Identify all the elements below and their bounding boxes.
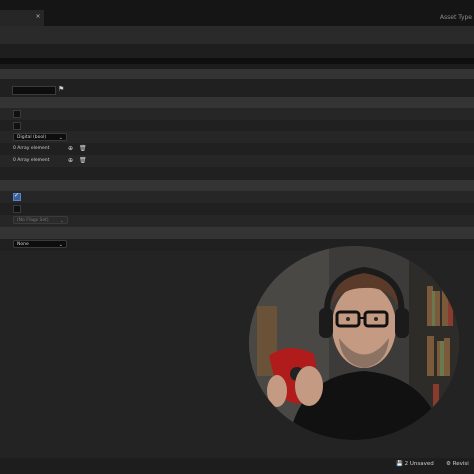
checkbox-4[interactable] [13, 205, 21, 213]
webcam-image [249, 246, 459, 440]
section-header[interactable] [0, 69, 474, 79]
chevron-down-icon: ⌄ [59, 218, 64, 224]
none-dropdown[interactable]: None ⌄ [13, 240, 67, 248]
details-header [0, 44, 474, 58]
trash-icon[interactable]: 🗑 [79, 145, 87, 152]
dropdown-value: None [17, 242, 29, 247]
add-icon[interactable]: ⊕ [67, 145, 74, 152]
section-header[interactable] [0, 227, 474, 239]
property-row [0, 131, 474, 143]
add-icon[interactable]: ⊕ [67, 157, 74, 164]
unsaved-indicator[interactable]: 💾 2 Unsaved [396, 461, 434, 467]
tab-bar [0, 0, 474, 26]
revision-label: Revisi [452, 461, 469, 467]
section-header[interactable] [0, 180, 474, 191]
checkbox-1[interactable] [13, 110, 21, 118]
chevron-down-icon: ⌄ [58, 135, 63, 141]
webcam-overlay [249, 246, 459, 440]
property-row [0, 191, 474, 203]
checkbox-3[interactable] [13, 192, 21, 201]
close-icon[interactable]: × [34, 12, 42, 22]
dropdown-value: (No Flags Set) [17, 218, 49, 223]
name-field[interactable] [12, 86, 56, 95]
property-row [0, 120, 474, 131]
value-type-dropdown[interactable]: Digital (bool) ⌄ [13, 133, 67, 141]
toolbar [0, 26, 474, 44]
chevron-down-icon: ⌄ [58, 242, 63, 248]
dropdown-value: Digital (bool) [17, 135, 47, 140]
asset-type-label: Asset Type [439, 14, 472, 21]
flags-dropdown[interactable]: (No Flags Set) ⌄ [13, 216, 68, 224]
checkbox-2[interactable] [13, 122, 21, 130]
trash-icon[interactable]: 🗑 [79, 157, 87, 164]
property-row [0, 203, 474, 215]
property-row [0, 108, 474, 120]
array-count: 0 Array element [13, 146, 50, 151]
property-row [0, 79, 474, 97]
property-row [0, 239, 474, 251]
spacer-row [0, 167, 474, 180]
section-header[interactable] [0, 97, 474, 108]
property-row [0, 215, 474, 227]
flag-icon[interactable]: ⚑ [58, 85, 66, 94]
revision-control[interactable]: ⚙ Revisi [446, 461, 469, 467]
unsaved-label: 2 Unsaved [404, 461, 434, 467]
array-count: 0 Array element [13, 158, 50, 163]
